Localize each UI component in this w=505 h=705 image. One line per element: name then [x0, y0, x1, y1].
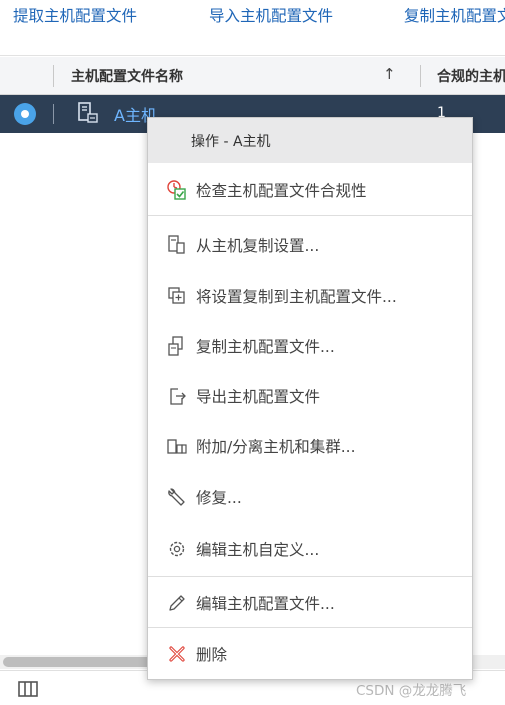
context-menu: 操作 - A主机 检查主机配置文件合规性 从主机复制设置... 将设置复制到主机…: [147, 117, 473, 680]
menu-item-copy-settings-to-profile[interactable]: 将设置复制到主机配置文件...: [148, 273, 472, 317]
customize-gear-icon: [166, 538, 188, 560]
column-toggle-icon[interactable]: [18, 681, 38, 701]
menu-item-export-profile[interactable]: 导出主机配置文件: [148, 373, 472, 417]
menu-divider: [148, 215, 472, 216]
compliance-check-icon: [166, 179, 188, 201]
menu-item-label: 编辑主机配置文件...: [196, 595, 335, 613]
menu-item-attach-detach[interactable]: 附加/分离主机和集群...: [148, 423, 472, 467]
menu-item-delete[interactable]: 删除: [148, 631, 472, 675]
extract-host-profile-button[interactable]: 提取主机配置文件: [13, 4, 137, 26]
duplicate-profile-icon: [166, 335, 188, 357]
import-host-profile-button[interactable]: 导入主机配置文件: [209, 4, 333, 26]
column-divider: [53, 104, 54, 124]
column-header-compliant-hosts[interactable]: 合规的主机: [437, 66, 505, 86]
export-icon: [166, 385, 188, 407]
menu-item-label: 修复...: [196, 489, 242, 507]
copy-host-profile-button[interactable]: 复制主机配置文件: [404, 4, 505, 26]
menu-divider: [148, 627, 472, 628]
context-menu-title: 操作 - A主机: [191, 134, 271, 150]
column-header-profile-name[interactable]: 主机配置文件名称: [71, 66, 183, 86]
menu-item-check-compliance[interactable]: 检查主机配置文件合规性: [148, 167, 472, 211]
menu-item-edit-host-customizations[interactable]: 编辑主机自定义...: [148, 526, 472, 570]
menu-item-duplicate-profile[interactable]: 复制主机配置文件...: [148, 323, 472, 367]
menu-item-edit-host-profile[interactable]: 编辑主机配置文件...: [148, 580, 472, 624]
host-profile-icon: [76, 101, 100, 129]
pencil-icon: [166, 592, 188, 614]
toolbar: 提取主机配置文件 导入主机配置文件 复制主机配置文件: [0, 0, 505, 56]
menu-item-label: 检查主机配置文件合规性: [196, 182, 367, 200]
menu-item-label: 复制主机配置文件...: [196, 338, 335, 356]
menu-item-label: 从主机复制设置...: [196, 237, 320, 255]
delete-x-icon: [166, 643, 188, 665]
menu-item-label: 导出主机配置文件: [196, 388, 321, 406]
menu-item-label: 将设置复制到主机配置文件...: [196, 288, 397, 306]
table-header: 主机配置文件名称 ↑ 合规的主机: [0, 57, 505, 95]
copy-from-host-icon: [166, 234, 188, 256]
menu-item-label: 删除: [196, 646, 228, 664]
sort-ascending-icon[interactable]: ↑: [383, 65, 396, 83]
menu-item-copy-settings-from-host[interactable]: 从主机复制设置...: [148, 222, 472, 266]
menu-item-label: 编辑主机自定义...: [196, 541, 320, 559]
row-select-radio[interactable]: [14, 103, 36, 125]
watermark-text: CSDN @龙龙腾飞: [356, 683, 467, 699]
attach-detach-icon: [166, 435, 188, 457]
menu-divider: [148, 576, 472, 577]
column-divider[interactable]: [420, 65, 421, 87]
menu-item-remediate[interactable]: 修复...: [148, 474, 472, 518]
column-divider[interactable]: [53, 65, 54, 87]
copy-to-profile-icon: [166, 285, 188, 307]
context-menu-header: 操作 - A主机: [148, 118, 472, 163]
menu-item-label: 附加/分离主机和集群...: [196, 438, 356, 456]
wrench-icon: [166, 486, 188, 508]
